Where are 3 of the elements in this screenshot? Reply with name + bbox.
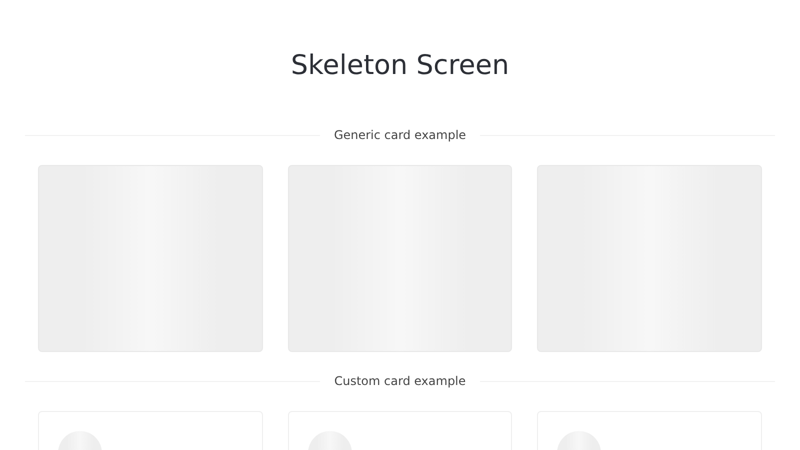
section-heading: Generic card example bbox=[334, 128, 466, 142]
section-heading: Custom card example bbox=[334, 374, 466, 388]
page-title: Skeleton Screen bbox=[290, 49, 510, 83]
